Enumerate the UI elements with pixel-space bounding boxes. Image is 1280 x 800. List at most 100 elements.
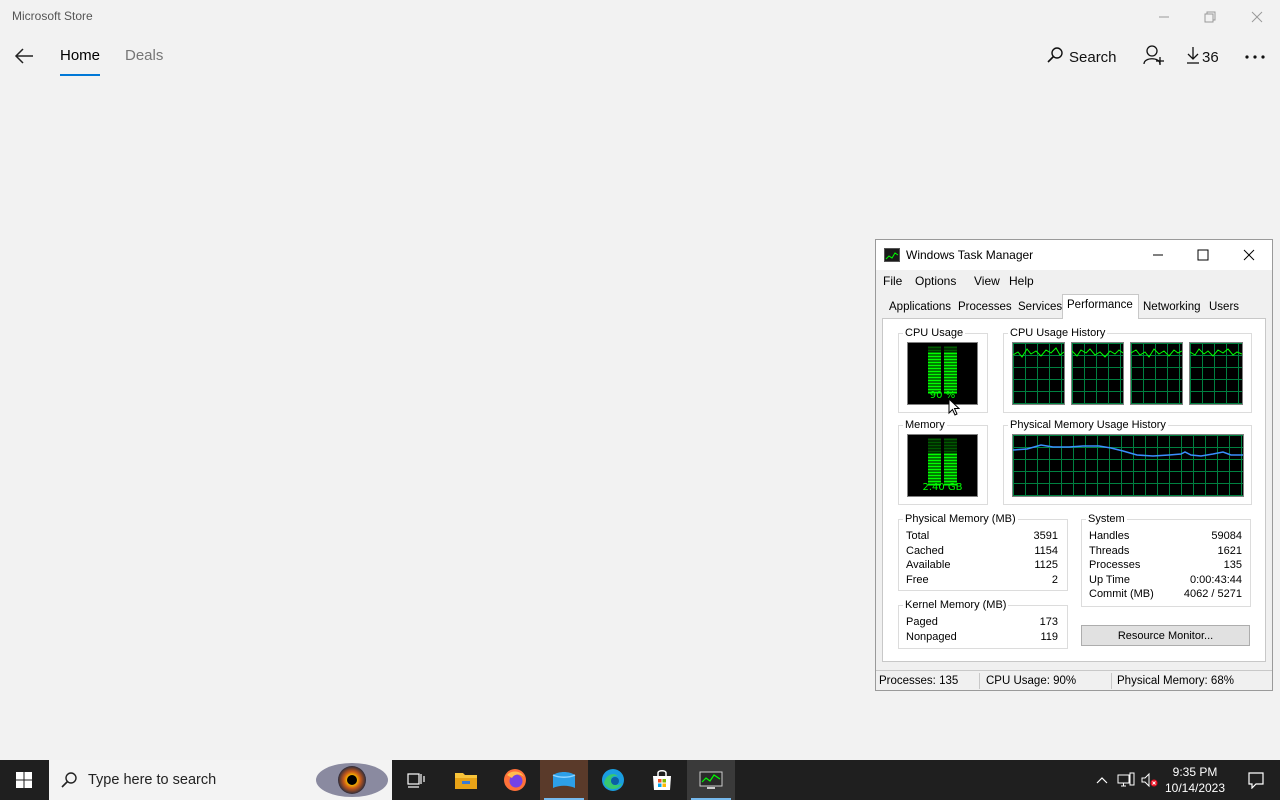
restore-icon[interactable] [1187, 4, 1233, 30]
cpu-gauge-bar-segment [928, 367, 941, 370]
firefox-icon[interactable] [491, 760, 539, 800]
tm-close-icon[interactable] [1227, 240, 1271, 270]
memory-gauge-bar-segment [928, 444, 941, 447]
memory-gauge-bar-segment [944, 474, 957, 477]
performance-panel: CPU Usage 90 % CPU Usage History Memory … [882, 318, 1266, 662]
memory-history-graph [1012, 434, 1244, 497]
clock-time: 9:35 PM [1172, 765, 1218, 779]
resource-monitor-button[interactable]: Resource Monitor... [1081, 625, 1250, 646]
start-windows-icon[interactable] [0, 760, 48, 800]
microsoft-store-icon[interactable] [638, 760, 686, 800]
kernel-memory-label: Kernel Memory (MB) [903, 599, 1009, 611]
search-button[interactable]: Search [1047, 44, 1117, 70]
cpu-usage-label: CPU Usage [903, 327, 966, 339]
nav-home-tab[interactable]: Home [60, 47, 100, 64]
cpu-history-graph-core-2 [1071, 342, 1124, 405]
network-icon[interactable] [1114, 760, 1138, 800]
status-memory: Physical Memory: 68% [1117, 675, 1234, 687]
cpu-gauge-bar-segment [928, 349, 941, 352]
more-options-icon[interactable] [1244, 44, 1266, 70]
cpu-usage-value: 90 % [929, 390, 956, 401]
store-window-taskbar-button[interactable] [540, 760, 588, 800]
cpu-gauge-bar-segment [928, 370, 941, 373]
minimize-icon[interactable] [1141, 4, 1187, 30]
file-explorer-icon[interactable] [442, 760, 490, 800]
memory-gauge-bar-segment [928, 459, 941, 462]
cpu-gauge-bar-segment [944, 352, 957, 355]
tab-performance[interactable]: Performance [1062, 294, 1139, 319]
status-separator [1111, 673, 1112, 689]
tab-processes[interactable]: Processes [954, 297, 1016, 317]
memory-gauge-bar-segment [928, 456, 941, 459]
menu-help[interactable]: Help [1009, 274, 1034, 288]
edge-icon[interactable] [589, 760, 637, 800]
cpu-gauge-bar-segment [944, 385, 957, 388]
cpu-history-graph-core-4 [1189, 342, 1243, 405]
cpu-gauge-bar-segment [928, 352, 941, 355]
mouse-cursor-icon [948, 397, 961, 421]
add-user-icon [1143, 44, 1165, 70]
tab-users[interactable]: Users [1205, 297, 1243, 317]
cpu-gauge-bar-segment [944, 379, 957, 382]
cpu-gauge-bar-segment [944, 349, 957, 352]
task-manager-titlebar[interactable]: Windows Task Manager [876, 240, 1272, 270]
memory-gauge-bar-segment [928, 471, 941, 474]
memory-gauge-bar-segment [944, 462, 957, 465]
cpu-gauge-bar-segment [944, 358, 957, 361]
memory-gauge-bar-segment [944, 456, 957, 459]
nav-deals-tab[interactable]: Deals [125, 47, 163, 64]
memory-gauge-bar-segment [928, 474, 941, 477]
memory-gauge: 2.40 GB [907, 434, 978, 497]
tab-networking[interactable]: Networking [1139, 297, 1205, 317]
taskbar-clock[interactable]: 9:35 PM 10/14/2023 [1158, 764, 1232, 796]
cpu-usage-gauge: 90 % [907, 342, 978, 405]
cpu-gauge-bar-segment [928, 364, 941, 367]
show-hidden-icons-chevron-up-icon[interactable] [1090, 760, 1114, 800]
memory-gauge-bar-segment [928, 441, 941, 444]
taskbar-search-box[interactable]: Type here to search [49, 760, 392, 800]
cpu-gauge-bar-segment [928, 385, 941, 388]
memory-gauge-bar-segment [928, 453, 941, 456]
task-view-icon[interactable] [392, 760, 440, 800]
cpu-gauge-bar-segment [928, 361, 941, 364]
task-manager-title: Windows Task Manager [906, 248, 1034, 262]
tm-minimize-icon[interactable] [1136, 240, 1180, 270]
memory-gauge-bar-segment [944, 468, 957, 471]
cpu-gauge-bar-segment [944, 361, 957, 364]
memory-gauge-bar-segment [944, 441, 957, 444]
memory-gauge-bar-segment [928, 468, 941, 471]
downloads-button[interactable]: 36 [1187, 44, 1219, 70]
back-arrow-icon[interactable] [12, 44, 36, 68]
cpu-gauge-bar-segment [928, 376, 941, 379]
memory-gauge-bar-segment [944, 444, 957, 447]
memory-value: 2.40 GB [922, 482, 963, 493]
task-manager-taskbar-icon[interactable] [687, 760, 735, 800]
cpu-gauge-bar-segment [928, 373, 941, 376]
close-icon[interactable] [1234, 4, 1280, 30]
system-label: System [1086, 513, 1127, 525]
status-separator [979, 673, 980, 689]
memory-gauge-bar-segment [928, 447, 941, 450]
cpu-gauge-bar-segment [944, 355, 957, 358]
store-window-title: Microsoft Store [12, 9, 93, 23]
menu-options[interactable]: Options [915, 274, 956, 288]
search-highlight-image-icon [315, 762, 389, 800]
menu-view[interactable]: View [974, 274, 1000, 288]
task-manager-status-bar: Processes: 135 CPU Usage: 90% Physical M… [876, 670, 1272, 690]
menu-file[interactable]: File [883, 274, 902, 288]
cpu-history-label: CPU Usage History [1008, 327, 1108, 339]
tab-services[interactable]: Services [1014, 297, 1066, 317]
memory-gauge-bar-segment [928, 465, 941, 468]
tab-applications[interactable]: Applications [885, 297, 955, 317]
memory-gauge-bar-segment [944, 471, 957, 474]
clock-date: 10/14/2023 [1164, 781, 1226, 795]
memory-gauge-bar-segment [944, 447, 957, 450]
action-center-notification-icon[interactable] [1232, 760, 1280, 800]
account-button[interactable] [1143, 44, 1165, 70]
status-cpu: CPU Usage: 90% [986, 675, 1077, 687]
tm-maximize-icon[interactable] [1181, 240, 1225, 270]
cpu-gauge-bar-segment [944, 367, 957, 370]
memory-gauge-bar-segment [944, 477, 957, 480]
volume-muted-icon[interactable] [1138, 760, 1160, 800]
taskbar: Type here to search 9:35 PM 10/14/2023 [0, 760, 1280, 800]
